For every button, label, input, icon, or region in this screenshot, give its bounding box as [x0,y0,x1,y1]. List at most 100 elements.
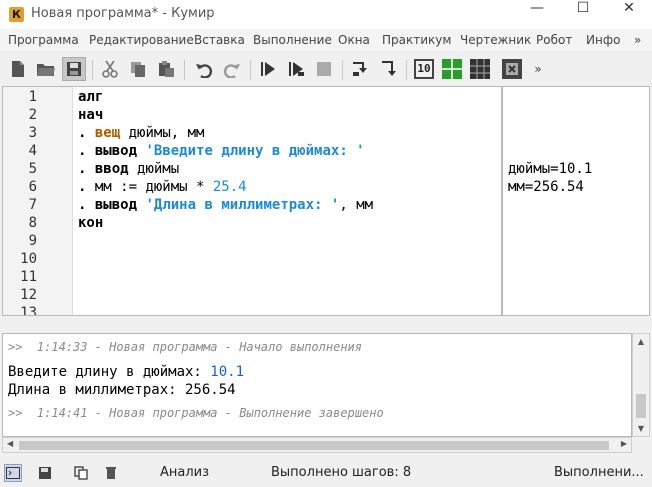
console-toggle-icon[interactable] [4,464,22,482]
copy-icon[interactable] [126,57,150,81]
line-number: 2 [28,107,37,123]
keyword: ввод [94,161,129,177]
counter-label: 10 [414,59,434,79]
scroll-up-icon[interactable]: ▲ [636,337,646,346]
line-number: 13 [20,305,37,316]
code-text: дюймы, мм [120,125,205,141]
line-number: 5 [28,161,37,177]
menu-run[interactable]: Выполнение [253,33,332,47]
margin-value: мм=256.54 [508,179,584,195]
indent-dot: . [78,143,87,159]
paste-icon[interactable] [154,57,178,81]
title-bar: К Новая программа* - Кумир — ☐ ✕ [0,0,652,29]
copy-output-icon[interactable] [72,464,90,482]
counter-icon[interactable]: 10 [412,57,436,81]
line-number: 8 [28,215,37,231]
menu-drawer[interactable]: Чертежник [460,33,531,47]
grid-green-icon[interactable] [440,57,464,81]
line-number: 4 [28,143,37,159]
menu-practicum[interactable]: Практикум [382,33,451,47]
keyword: кон [78,215,104,231]
keyword: вывод [94,143,138,159]
code-line: . вывод 'Длина в миллиметрах: ', мм [78,197,373,213]
line-number: 1 [28,89,37,105]
type-keyword: вещ [94,125,121,141]
code-text: , мм [339,197,374,213]
save-output-icon[interactable] [36,464,54,482]
line-number: 10 [20,251,37,267]
line-number: 3 [28,125,37,141]
console-result: Длина в миллиметрах: 256.54 [8,382,236,398]
menu-program[interactable]: Программа [8,33,79,47]
keyword: алг [78,89,104,105]
indent-dot: . [78,161,87,177]
keyword: нач [78,107,104,123]
status-analysis: Анализ [160,465,210,480]
maximize-button[interactable]: ☐ [560,0,606,29]
toolbar-separator [250,60,251,80]
cut-icon[interactable] [98,57,122,81]
number-literal: 25.4 [212,179,247,195]
console-prompt-line: Введите длину в дюймах: 10.1 [8,364,244,380]
line-number: 9 [28,233,37,249]
code-line: кон [78,215,103,231]
code-line: . мм := дюймы * 25.4 [78,179,247,195]
console-start-message: >> 1:14:33 - Новая программа - Начало вы… [8,340,363,354]
save-icon[interactable] [62,57,86,81]
toolbar-more-button[interactable]: » [526,57,550,81]
minimize-button[interactable]: — [514,0,560,29]
scrollbar-thumb[interactable] [636,394,646,418]
keyword: вывод [94,197,138,213]
open-folder-icon[interactable] [34,57,58,81]
run-icon[interactable] [256,57,280,81]
string-literal: 'Длина в миллиметрах: ' [145,197,340,213]
toolbar-separator [406,60,407,80]
grid-dark-icon[interactable] [468,57,492,81]
code-line: . ввод дюймы [78,161,179,177]
toolbar-separator [342,60,343,80]
step-out-icon[interactable] [376,57,400,81]
margin-value: дюймы=10.1 [508,161,593,177]
code-text: мм := дюймы * [86,179,213,195]
scroll-left-icon[interactable]: ◀ [7,439,13,448]
code-text: дюймы [128,161,180,177]
status-steps: Выполнено шагов: 8 [271,465,412,480]
code-editor[interactable]: 1 2 3 4 5 6 7 8 9 10 11 12 13 алг нач . … [2,86,502,316]
new-file-icon[interactable] [6,57,30,81]
console-end-message: >> 1:14:41 - Новая программа - Выполнени… [8,406,384,420]
toolbar-separator [184,60,185,80]
status-state: Выполнени... [554,465,644,480]
undo-icon[interactable] [192,57,216,81]
step-into-icon[interactable] [348,57,372,81]
robot-icon[interactable] [500,57,524,81]
string-literal: 'Введите длину в дюймах: ' [145,143,365,159]
scroll-down-icon[interactable]: ▼ [636,424,646,433]
menu-info[interactable]: Инфо [586,33,620,47]
clear-output-icon[interactable] [102,464,120,482]
window-title: Новая программа* - Кумир [31,6,215,21]
line-number-gutter: 1 2 3 4 5 6 7 8 9 10 11 12 13 [3,87,73,315]
line-number: 11 [20,269,37,285]
redo-icon[interactable] [220,57,244,81]
console-horizontal-scrollbar[interactable]: ◀ ▶ [2,437,632,453]
stop-icon[interactable] [312,57,336,81]
menu-insert[interactable]: Вставка [194,33,245,47]
menu-more[interactable]: » [634,33,641,47]
menu-edit[interactable]: Редактирование [89,33,194,47]
console-vertical-scrollbar[interactable]: ▲ ▼ [632,333,650,437]
menu-bar: Программа Редактирование Вставка Выполне… [0,29,652,51]
indent-dot: . [78,197,87,213]
toolbar: 10 » [0,53,652,85]
line-number: 7 [28,197,37,213]
run-step-icon[interactable] [284,57,308,81]
menu-robot[interactable]: Робот [536,33,572,47]
code-line: нач [78,107,103,123]
scrollbar-thumb[interactable] [19,441,609,450]
variables-margin: дюймы=10.1 мм=256.54 [502,86,650,316]
output-console[interactable]: >> 1:14:33 - Новая программа - Начало вы… [2,333,632,437]
scroll-right-icon[interactable]: ▶ [621,439,627,448]
menu-windows[interactable]: Окна [338,33,370,47]
toolbar-separator [92,60,93,80]
console-input-value: 10.1 [210,364,245,380]
close-button[interactable]: ✕ [606,0,652,29]
